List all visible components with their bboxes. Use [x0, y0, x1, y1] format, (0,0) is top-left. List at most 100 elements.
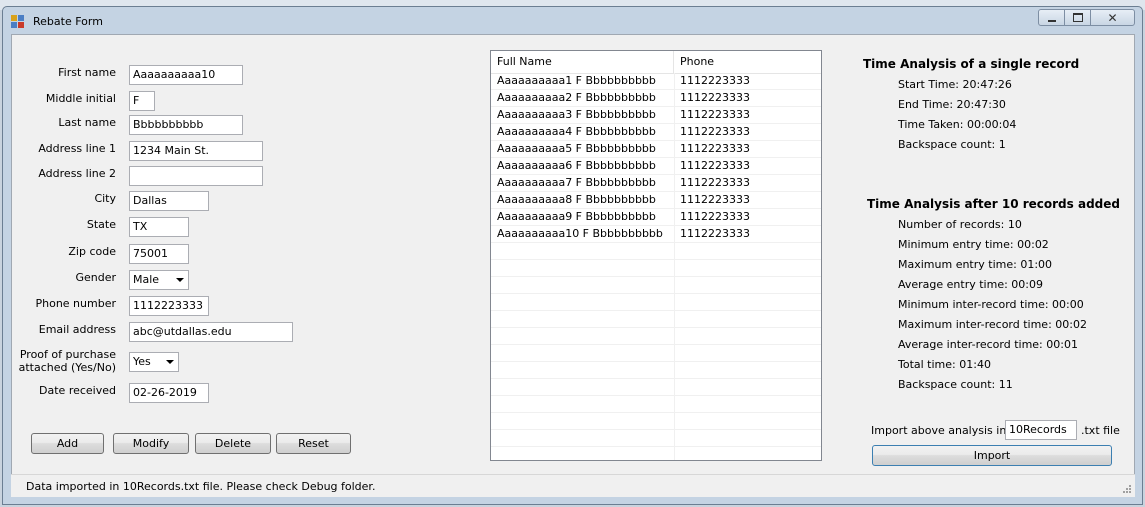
- chevron-down-icon: [176, 278, 184, 282]
- full-name-cell: Aaaaaaaaaa6 F Bbbbbbbbbb: [497, 159, 656, 172]
- full-name-cell: Aaaaaaaaaa7 F Bbbbbbbbbb: [497, 176, 656, 189]
- last-name-label: Last name: [58, 116, 116, 129]
- address-line2-label: Address line 2: [38, 167, 116, 180]
- max-inter-record-time-text: Maximum inter-record time: 00:02: [898, 318, 1087, 331]
- table-row: [491, 413, 821, 430]
- table-row: [491, 311, 821, 328]
- email-address-field[interactable]: abc@utdallas.edu: [129, 322, 293, 342]
- proof-label-line1: Proof of purchase: [19, 348, 116, 361]
- column-divider: [674, 345, 675, 362]
- single-backspace-text: Backspace count: 1: [898, 138, 1006, 151]
- address-line2-field[interactable]: [129, 166, 263, 186]
- column-divider: [674, 141, 675, 158]
- column-divider: [674, 328, 675, 345]
- add-button[interactable]: Add: [31, 433, 104, 454]
- main-window: Rebate Form ✕ First name Aaaaaaaaaa10 Mi…: [2, 6, 1143, 505]
- city-label: City: [94, 192, 116, 205]
- table-row[interactable]: Aaaaaaaaaa10 F Bbbbbbbbbb 1112223333: [491, 226, 821, 243]
- table-row[interactable]: Aaaaaaaaaa1 F Bbbbbbbbbb 1112223333: [491, 73, 821, 90]
- table-row[interactable]: Aaaaaaaaaa2 F Bbbbbbbbbb 1112223333: [491, 90, 821, 107]
- column-divider: [674, 107, 675, 124]
- number-of-records-text: Number of records: 10: [898, 218, 1022, 231]
- state-field[interactable]: TX: [129, 217, 189, 237]
- table-row: [491, 294, 821, 311]
- form-app-icon: [11, 15, 24, 28]
- maximize-icon: [1072, 13, 1083, 22]
- column-divider: [674, 192, 675, 209]
- full-name-cell: Aaaaaaaaaa4 F Bbbbbbbbbb: [497, 125, 656, 138]
- phone-cell: 1112223333: [680, 227, 750, 240]
- middle-initial-label: Middle initial: [45, 92, 116, 105]
- phone-number-field[interactable]: 1112223333: [129, 296, 209, 316]
- table-row: [491, 379, 821, 396]
- column-divider: [674, 379, 675, 396]
- city-field[interactable]: Dallas: [129, 191, 209, 211]
- zip-code-field[interactable]: 75001: [129, 244, 189, 264]
- close-button[interactable]: ✕: [1090, 9, 1135, 26]
- maximize-button[interactable]: [1064, 9, 1091, 26]
- end-time-text: End Time: 20:47:30: [898, 98, 1006, 111]
- proof-of-purchase-select[interactable]: Yes: [129, 352, 179, 372]
- last-name-field[interactable]: Bbbbbbbbbb: [129, 115, 243, 135]
- full-name-cell: Aaaaaaaaaa3 F Bbbbbbbbbb: [497, 108, 656, 121]
- full-name-cell: Aaaaaaaaaa5 F Bbbbbbbbbb: [497, 142, 656, 155]
- proof-selected-value: Yes: [133, 355, 151, 368]
- gender-label: Gender: [75, 271, 116, 284]
- phone-cell: 1112223333: [680, 193, 750, 206]
- column-header-full-name[interactable]: Full Name: [491, 51, 674, 73]
- column-divider: [674, 90, 675, 107]
- column-divider: [674, 430, 675, 447]
- list-header: Full Name Phone: [491, 51, 821, 74]
- column-divider: [674, 175, 675, 192]
- table-row: [491, 447, 821, 460]
- first-name-field[interactable]: Aaaaaaaaaa10: [129, 65, 243, 85]
- table-row[interactable]: Aaaaaaaaaa4 F Bbbbbbbbbb 1112223333: [491, 124, 821, 141]
- gender-select[interactable]: Male: [129, 270, 189, 290]
- min-inter-record-time-text: Minimum inter-record time: 00:00: [898, 298, 1084, 311]
- state-label: State: [86, 218, 116, 231]
- phone-cell: 1112223333: [680, 176, 750, 189]
- column-divider: [674, 362, 675, 379]
- table-row[interactable]: Aaaaaaaaaa5 F Bbbbbbbbbb 1112223333: [491, 141, 821, 158]
- date-received-label: Date received: [39, 384, 116, 397]
- total-time-text: Total time: 01:40: [898, 358, 991, 371]
- title-bar[interactable]: Rebate Form ✕: [3, 7, 1142, 34]
- date-received-field[interactable]: 02-26-2019: [129, 383, 209, 403]
- table-row[interactable]: Aaaaaaaaaa6 F Bbbbbbbbbb 1112223333: [491, 158, 821, 175]
- table-row: [491, 328, 821, 345]
- import-button[interactable]: Import: [872, 445, 1112, 466]
- avg-entry-time-text: Average entry time: 00:09: [898, 278, 1044, 291]
- records-list-view[interactable]: Full Name Phone Aaaaaaaaaa1 F Bbbbbbbbbb…: [490, 50, 822, 461]
- batch-analysis-heading: Time Analysis after 10 records added: [867, 197, 1120, 211]
- import-suffix-label: .txt file: [1081, 424, 1120, 437]
- minimize-icon: [1047, 19, 1056, 22]
- full-name-cell: Aaaaaaaaaa2 F Bbbbbbbbbb: [497, 91, 656, 104]
- address-line1-field[interactable]: 1234 Main St.: [129, 141, 263, 161]
- modify-button[interactable]: Modify: [113, 433, 189, 454]
- phone-cell: 1112223333: [680, 210, 750, 223]
- table-row[interactable]: Aaaaaaaaaa9 F Bbbbbbbbbb 1112223333: [491, 209, 821, 226]
- table-row: [491, 430, 821, 447]
- column-divider: [674, 158, 675, 175]
- table-row[interactable]: Aaaaaaaaaa3 F Bbbbbbbbbb 1112223333: [491, 107, 821, 124]
- middle-initial-field[interactable]: F: [129, 91, 155, 111]
- close-icon: ✕: [1107, 10, 1118, 25]
- first-name-label: First name: [58, 66, 116, 79]
- email-address-label: Email address: [38, 323, 116, 336]
- reset-button[interactable]: Reset: [276, 433, 351, 454]
- column-divider: [674, 124, 675, 141]
- table-row[interactable]: Aaaaaaaaaa7 F Bbbbbbbbbb 1112223333: [491, 175, 821, 192]
- column-divider: [674, 73, 675, 90]
- time-taken-text: Time Taken: 00:00:04: [898, 118, 1017, 131]
- table-row[interactable]: Aaaaaaaaaa8 F Bbbbbbbbbb 1112223333: [491, 192, 821, 209]
- phone-cell: 1112223333: [680, 142, 750, 155]
- column-header-phone[interactable]: Phone: [674, 51, 821, 73]
- resize-grip-icon[interactable]: [1122, 484, 1132, 494]
- phone-number-label: Phone number: [35, 297, 116, 310]
- minimize-button[interactable]: [1038, 9, 1065, 26]
- proof-of-purchase-label: Proof of purchase attached (Yes/No): [16, 348, 116, 374]
- column-divider: [674, 413, 675, 430]
- delete-button[interactable]: Delete: [195, 433, 271, 454]
- full-name-cell: Aaaaaaaaaa9 F Bbbbbbbbbb: [497, 210, 656, 223]
- import-filename-field[interactable]: 10Records: [1005, 420, 1077, 440]
